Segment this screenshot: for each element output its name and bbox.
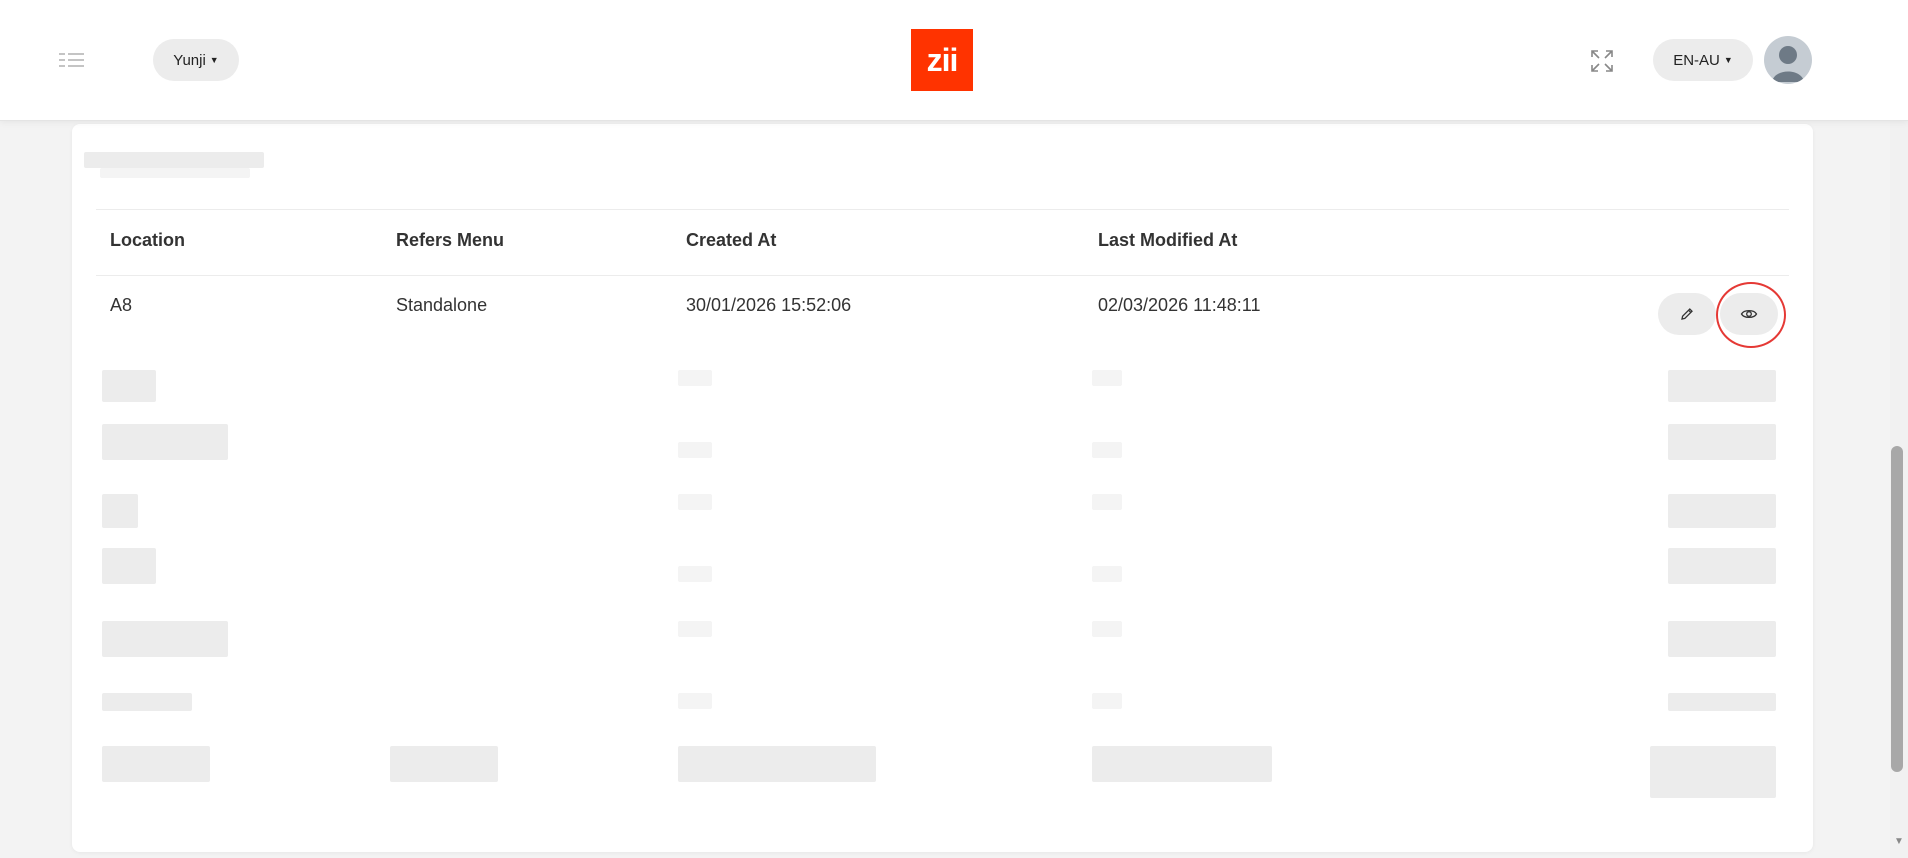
divider: [96, 209, 1789, 210]
zii-logo: zii: [911, 29, 973, 91]
blurred-cell: [678, 442, 712, 458]
content-card: Location Refers Menu Created At Last Mod…: [72, 124, 1813, 852]
blurred-cell: [1092, 370, 1122, 386]
language-dropdown[interactable]: EN-AU ▼: [1653, 39, 1753, 81]
blurred-cell: [1092, 566, 1122, 582]
tenant-dropdown[interactable]: Yunji ▼: [153, 39, 239, 81]
column-header-created-at[interactable]: Created At: [686, 230, 776, 251]
blurred-cell: [1092, 693, 1122, 709]
cell-last-modified-at: 02/03/2026 11:48:11: [1098, 295, 1261, 315]
scroll-down-arrow-icon[interactable]: ▼: [1891, 836, 1907, 847]
caret-down-icon: ▼: [209, 55, 219, 65]
blurred-cell: [1668, 621, 1776, 657]
highlight-circle: [1716, 282, 1786, 348]
caret-down-icon: ▼: [1723, 55, 1733, 65]
column-header-refers-menu[interactable]: Refers Menu: [396, 230, 504, 251]
blurred-cell: [102, 548, 156, 584]
blurred-cell: [1092, 746, 1272, 782]
blurred-cell: [390, 746, 498, 782]
blurred-cell: [1668, 424, 1776, 460]
blurred-cell: [678, 746, 876, 782]
blurred-cell: [102, 370, 156, 402]
blurred-cell: [102, 746, 210, 782]
blurred-cell: [102, 621, 228, 657]
tenant-label: Yunji: [173, 51, 206, 69]
divider: [96, 275, 1789, 276]
blurred-cell: [1668, 548, 1776, 584]
blurred-cell: [678, 370, 712, 386]
blurred-cell: [102, 693, 192, 711]
blurred-cell: [678, 621, 712, 637]
fullscreen-icon[interactable]: [1589, 48, 1615, 74]
blurred-cell: [1092, 621, 1122, 637]
blurred-cell: [1092, 494, 1122, 510]
blurred-cell: [102, 424, 228, 460]
cell-created-at: 30/01/2026 15:52:06: [686, 295, 852, 315]
blurred-cell: [1668, 693, 1776, 711]
top-bar: Yunji ▼ zii EN-AU ▼: [0, 0, 1908, 121]
blurred-cell: [678, 693, 712, 709]
blurred-cell: [1092, 442, 1122, 458]
edit-button[interactable]: [1658, 293, 1716, 335]
blurred-title-line: [100, 168, 250, 178]
cell-location: A8: [110, 295, 133, 315]
blurred-cell: [1650, 746, 1776, 798]
blurred-cell: [1668, 370, 1776, 402]
blurred-cell: [102, 494, 138, 528]
user-avatar[interactable]: [1764, 36, 1812, 84]
scrollbar-thumb[interactable]: [1891, 446, 1903, 772]
blurred-cell: [1668, 494, 1776, 528]
language-label: EN-AU: [1673, 51, 1720, 69]
blurred-cell: [678, 566, 712, 582]
list-toggle-icon[interactable]: [57, 50, 87, 70]
edit-icon: [1681, 308, 1693, 320]
blurred-cell: [678, 494, 712, 510]
blurred-title: [84, 152, 264, 168]
column-header-location[interactable]: Location: [110, 230, 185, 251]
column-header-last-modified-at[interactable]: Last Modified At: [1098, 230, 1237, 251]
cell-refers-menu: Standalone: [396, 295, 488, 315]
